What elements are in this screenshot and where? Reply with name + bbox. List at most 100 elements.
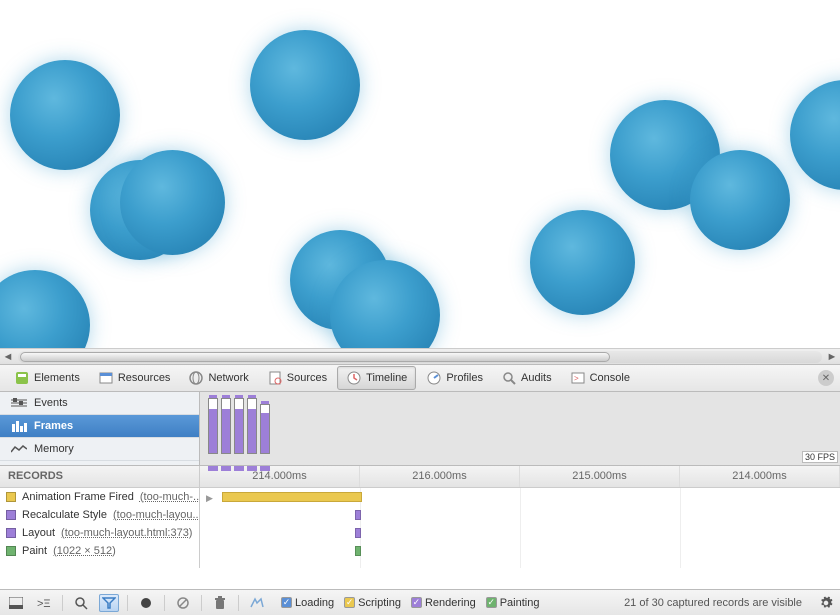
settings-gear-icon[interactable] <box>818 595 834 611</box>
record-row[interactable]: Paint (1022 × 512) <box>0 542 199 560</box>
view-events[interactable]: Events <box>0 392 199 415</box>
console-toggle-button[interactable]: >Ξ <box>34 594 54 612</box>
tab-audits[interactable]: Audits <box>493 367 560 389</box>
record-bar-paint[interactable] <box>355 546 361 556</box>
sources-icon <box>267 370 283 386</box>
glue-button[interactable] <box>247 594 267 612</box>
scroll-track[interactable] <box>18 351 822 363</box>
frame-bar[interactable] <box>208 398 218 454</box>
record-row[interactable]: Recalculate Style (too-much-layou... <box>0 506 199 524</box>
garbage-collect-button[interactable] <box>210 594 230 612</box>
fps-label: 30 FPS <box>802 451 838 463</box>
ball <box>690 150 790 250</box>
records-header-label: RECORDS <box>0 466 200 487</box>
filter-legend: ✓Loading ✓Scripting ✓Rendering ✓Painting <box>281 597 539 609</box>
expand-icon[interactable]: ▶ <box>206 493 213 504</box>
frames-icon <box>10 420 28 432</box>
tab-label: Elements <box>34 372 80 384</box>
scroll-right-arrow[interactable]: ► <box>824 350 840 364</box>
tab-console[interactable]: > Console <box>562 367 638 389</box>
scroll-left-arrow[interactable]: ◄ <box>0 350 16 364</box>
frame-bar[interactable] <box>260 404 270 454</box>
frame-bar[interactable] <box>234 398 244 454</box>
tab-label: Profiles <box>446 372 483 384</box>
record-link[interactable]: (too-much-... <box>140 491 199 503</box>
record-label: Animation Frame Fired <box>22 491 134 503</box>
record-row[interactable]: Animation Frame Fired (too-much-... <box>0 488 199 506</box>
view-label: Frames <box>34 420 73 432</box>
devtools-tabbar: Elements Resources Network Sources Timel… <box>0 364 840 392</box>
horizontal-scrollbar[interactable]: ◄ ► <box>0 348 840 364</box>
tab-label: Timeline <box>366 372 407 384</box>
tab-elements[interactable]: Elements <box>6 367 88 389</box>
frame-bar[interactable] <box>247 398 257 454</box>
record-link[interactable]: (too-much-layou... <box>113 509 199 521</box>
filter-button[interactable] <box>99 594 119 612</box>
close-devtools-button[interactable]: ✕ <box>818 370 834 386</box>
clear-button[interactable] <box>173 594 193 612</box>
console-icon: > <box>570 370 586 386</box>
time-column-header: 214.000ms <box>680 466 840 487</box>
tab-label: Resources <box>118 372 171 384</box>
events-icon <box>10 398 28 408</box>
bottom-toolbar: >Ξ ✓Loading ✓Scripting ✓Rendering ✓Paint… <box>0 589 840 615</box>
record-bar-recalc-style[interactable] <box>355 510 361 520</box>
legend-scripting[interactable]: ✓Scripting <box>344 597 401 609</box>
record-button[interactable] <box>136 594 156 612</box>
tab-label: Audits <box>521 372 552 384</box>
timeline-overview-graph[interactable]: 30 FPS <box>200 392 840 465</box>
timeline-overview: Events Frames Memory 30 FPS <box>0 392 840 466</box>
tab-label: Console <box>590 372 630 384</box>
time-column-header: 216.000ms <box>360 466 520 487</box>
tab-sources[interactable]: Sources <box>259 367 335 389</box>
audits-icon <box>501 370 517 386</box>
ball <box>0 270 90 348</box>
record-row[interactable]: Layout (too-much-layout.html:373) <box>0 524 199 542</box>
timeline-view-sidebar: Events Frames Memory <box>0 392 200 465</box>
view-label: Memory <box>34 443 74 455</box>
record-label: Paint <box>22 545 47 557</box>
tab-label: Network <box>208 372 248 384</box>
record-bar-animation-frame[interactable] <box>222 492 362 502</box>
ball <box>120 150 225 255</box>
ball <box>530 210 635 315</box>
ball <box>10 60 120 170</box>
svg-text:>: > <box>574 374 579 383</box>
search-button[interactable] <box>71 594 91 612</box>
ball <box>250 30 360 140</box>
records-timeline[interactable]: ▶ <box>200 488 840 568</box>
records-body: Animation Frame Fired (too-much-...Recal… <box>0 488 840 568</box>
network-icon <box>188 370 204 386</box>
record-color-swatch <box>6 546 16 556</box>
resources-icon <box>98 370 114 386</box>
view-frames[interactable]: Frames <box>0 415 199 438</box>
legend-rendering[interactable]: ✓Rendering <box>411 597 476 609</box>
tab-resources[interactable]: Resources <box>90 367 179 389</box>
records-header: RECORDS 214.000ms216.000ms215.000ms214.0… <box>0 466 840 488</box>
tab-network[interactable]: Network <box>180 367 256 389</box>
record-label: Layout <box>22 527 55 539</box>
elements-icon <box>14 370 30 386</box>
ball <box>790 80 840 190</box>
record-link[interactable]: (too-much-layout.html:373) <box>61 527 192 539</box>
timeline-icon <box>346 370 362 386</box>
memory-icon <box>10 444 28 454</box>
record-color-swatch <box>6 492 16 502</box>
record-link[interactable]: (1022 × 512) <box>53 545 116 557</box>
legend-loading[interactable]: ✓Loading <box>281 597 334 609</box>
status-text: 21 of 30 captured records are visible <box>624 597 802 609</box>
record-color-swatch <box>6 510 16 520</box>
frame-bar[interactable] <box>221 398 231 454</box>
legend-painting[interactable]: ✓Painting <box>486 597 540 609</box>
tab-profiles[interactable]: Profiles <box>418 367 491 389</box>
profiles-icon <box>426 370 442 386</box>
svg-text:>Ξ: >Ξ <box>37 598 51 609</box>
dock-button[interactable] <box>6 594 26 612</box>
tab-timeline[interactable]: Timeline <box>337 366 416 390</box>
view-memory[interactable]: Memory <box>0 438 199 461</box>
time-column-header: 215.000ms <box>520 466 680 487</box>
record-bar-layout[interactable] <box>355 528 361 538</box>
scroll-thumb[interactable] <box>20 352 610 362</box>
record-color-swatch <box>6 528 16 538</box>
records-list: Animation Frame Fired (too-much-...Recal… <box>0 488 200 568</box>
